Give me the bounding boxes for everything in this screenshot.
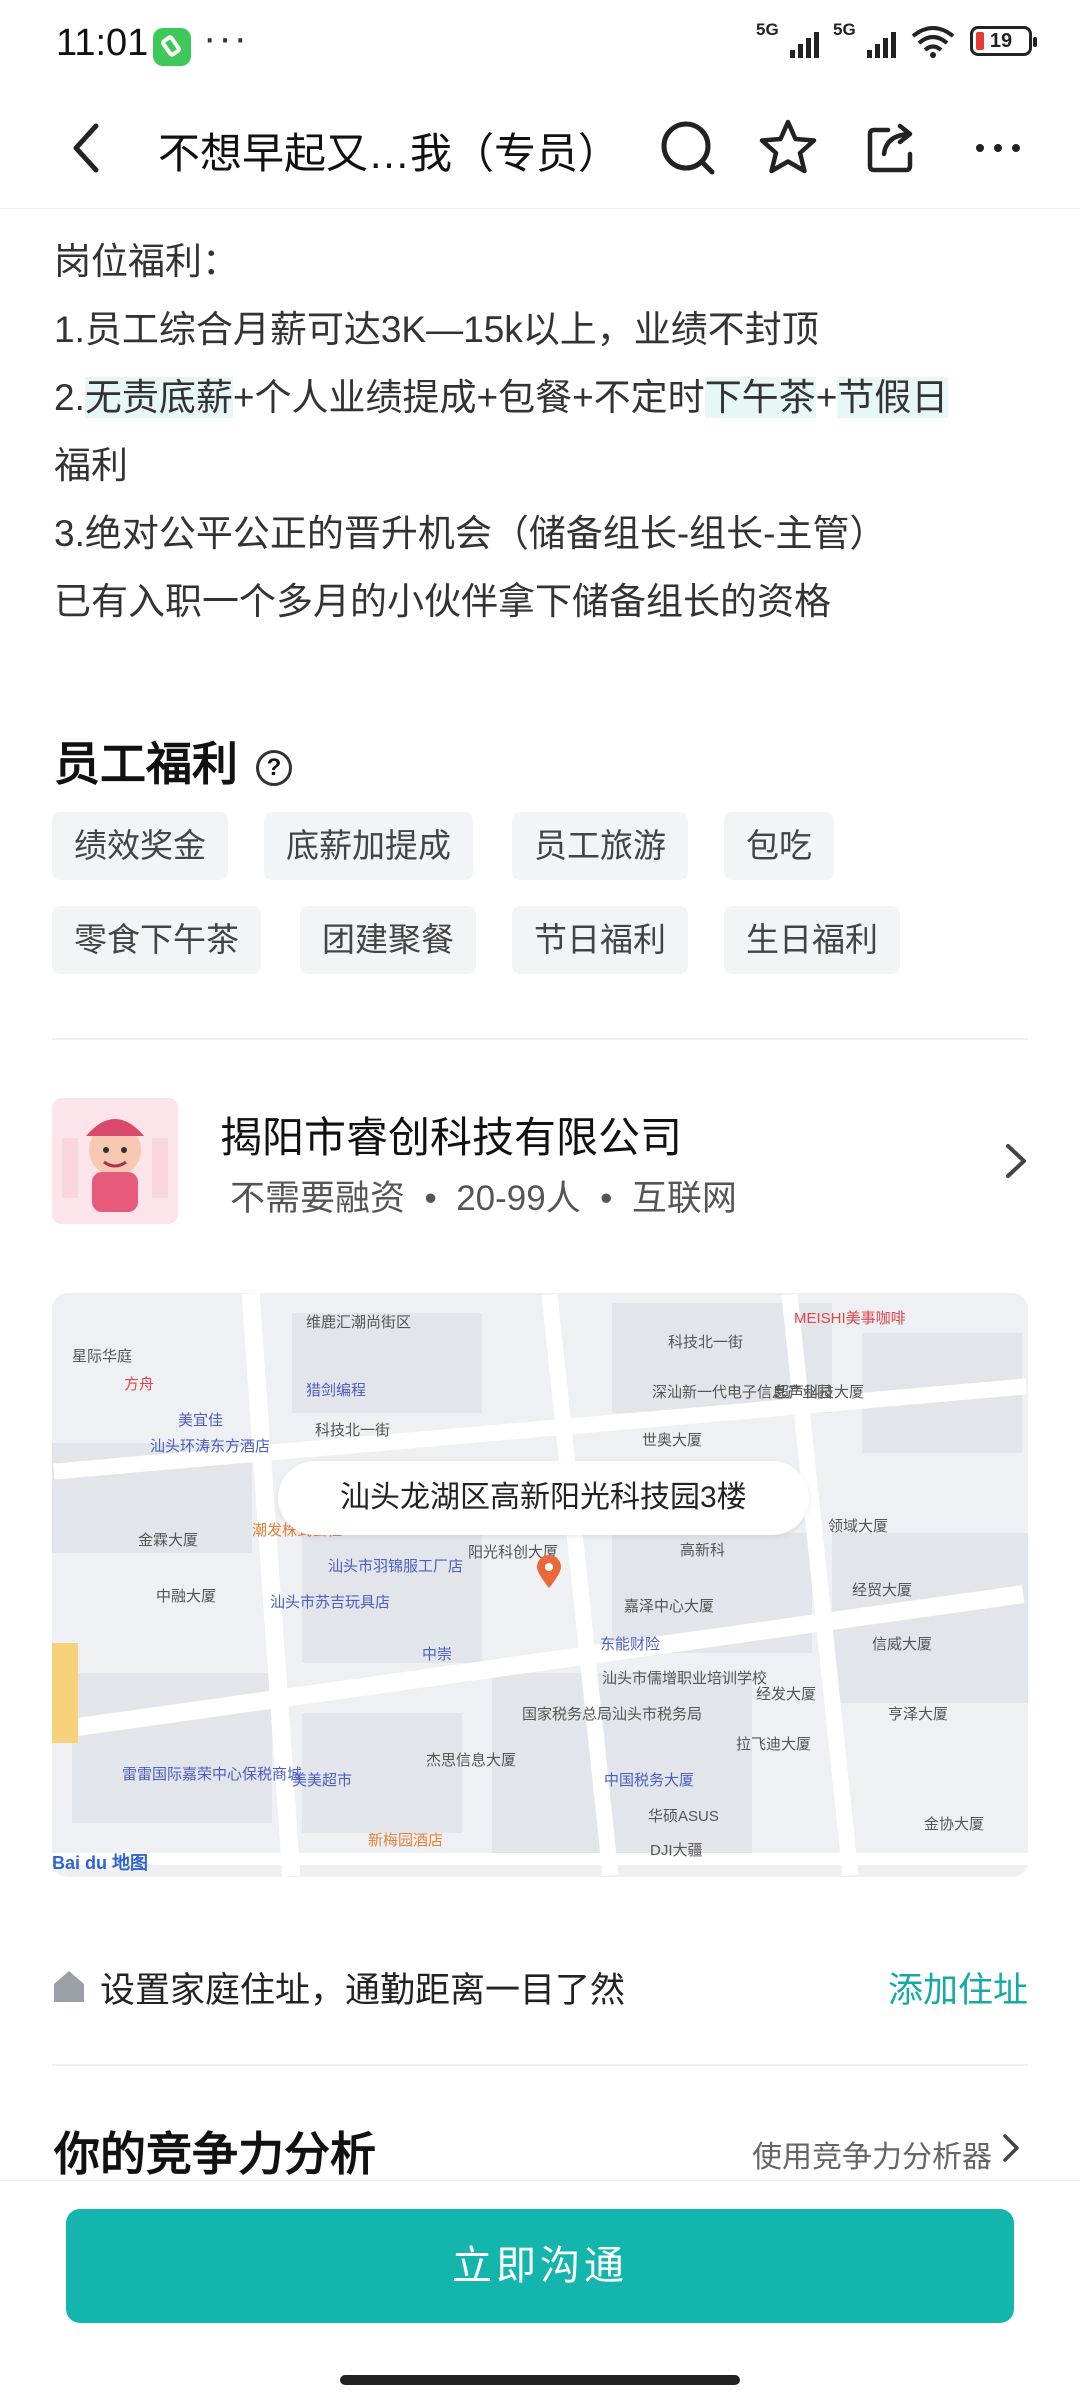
map-poi: 嘉泽中心大厦: [624, 1598, 715, 1615]
app-notification-icon: [153, 28, 191, 66]
chevron-right-icon: [1006, 1144, 1026, 1178]
help-icon[interactable]: ?: [256, 749, 292, 786]
welfare-tag: 节日福利: [512, 906, 688, 974]
map-poi: MEISHI美事咖啡: [794, 1310, 906, 1327]
highlight-keyword: 下午茶: [704, 377, 816, 418]
signal-icon: 5G: [756, 20, 819, 58]
welfare-tag: 包吃: [724, 812, 834, 880]
status-bar: 11:01 ··· 5G 5G 19: [0, 0, 1080, 90]
highlight-keyword: 节假日: [837, 377, 949, 418]
map-poi: 雷雷国际嘉荣中心保税商城: [122, 1766, 303, 1783]
map-poi: 美宜佳: [178, 1412, 224, 1429]
home-icon: [54, 1971, 84, 2002]
benefit-line-3: 3.绝对公平公正的晋升机会（储备组长-组长-主管）: [54, 513, 887, 554]
location-map[interactable]: 维鹿汇潮尚街区 星际华庭 方舟 猎剑编程 美宜佳 汕头环涛东方酒店 科技北一街 …: [52, 1293, 1028, 1877]
map-poi: 维鹿汇潮尚街区: [306, 1314, 412, 1331]
star-icon[interactable]: [756, 116, 820, 180]
search-icon[interactable]: [656, 116, 720, 180]
benefit-line-1: 1.员工综合月薪可达3K—15k以上，业绩不封顶: [54, 309, 819, 350]
competitiveness-tool-link[interactable]: 使用竞争力分析器: [752, 2132, 992, 2176]
map-poi: 方舟: [124, 1376, 155, 1393]
benefit-line-2: 2.无责底薪+个人业绩提成+包餐+不定时下午茶+节假日 福利: [54, 377, 949, 486]
company-name: 揭阳市睿创科技有限公司: [220, 1114, 683, 1161]
page-title: 不想早起又…我（专员）: [158, 130, 621, 177]
benefits-heading: 岗位福利：: [54, 241, 239, 282]
job-description: 岗位福利： 1.员工综合月薪可达3K—15k以上，业绩不封顶 2.无责底薪+个人…: [54, 228, 1034, 636]
map-poi: 美美超市: [292, 1772, 353, 1789]
map-poi: 中国税务大厦: [604, 1772, 695, 1789]
status-time: 11:01: [56, 22, 149, 64]
map-poi: 金协大厦: [924, 1816, 985, 1833]
more-icon[interactable]: [966, 116, 1030, 180]
map-poi: 东能财险: [600, 1636, 661, 1653]
map-poi: DJI大疆: [650, 1842, 703, 1859]
map-poi: 华硕ASUS: [648, 1808, 719, 1825]
battery-icon: 19: [970, 26, 1037, 56]
map-poi: 中崇: [422, 1646, 453, 1663]
top-nav-bar: 不想早起又…我（专员）: [0, 90, 1080, 209]
map-address-label: 汕头龙湖区高新阳光科技园3楼: [278, 1461, 809, 1535]
map-poi: 科技北一街: [668, 1334, 744, 1351]
map-poi: 世奥大厦: [642, 1432, 703, 1449]
map-poi: 亨泽大厦: [888, 1706, 949, 1723]
map-poi: 汕头市儒增职业培训学校: [602, 1670, 768, 1687]
add-address-link[interactable]: 添加住址: [888, 1962, 1028, 2013]
benefit-line-4: 已有入职一个多月的小伙伴拿下储备组长的资格: [54, 581, 831, 622]
bottom-action-bar: 立即沟通: [0, 2180, 1080, 2401]
map-poi: 金霖大厦: [138, 1532, 199, 1549]
competitiveness-title: 你的竞争力分析: [54, 2128, 376, 2180]
map-poi: 汕头环涛东方酒店: [150, 1438, 271, 1455]
map-poi: 高新科: [680, 1542, 726, 1559]
welfare-tag: 团建聚餐: [300, 906, 476, 974]
divider: [52, 2064, 1028, 2066]
location-pin-icon: [537, 1555, 561, 1588]
status-more-icon: ···: [203, 16, 249, 60]
map-poi: 星际华庭: [72, 1348, 133, 1365]
map-poi: 猎剑编程: [306, 1382, 367, 1399]
map-poi: 经贸大厦: [852, 1582, 913, 1599]
map-poi: 拉飞迪大厦: [736, 1736, 812, 1753]
map-poi: 领域大厦: [828, 1518, 889, 1535]
company-meta: 不需要融资 • 20-99人 • 互联网: [230, 1179, 737, 1218]
company-card[interactable]: 揭阳市睿创科技有限公司 不需要融资 • 20-99人 • 互联网: [52, 1098, 1032, 1228]
welfare-tag: 员工旅游: [512, 812, 688, 880]
divider: [52, 1038, 1028, 1040]
map-attribution: Bai du 地图: [52, 1853, 149, 1873]
share-icon[interactable]: [860, 116, 924, 180]
map-poi: 超声科技大厦: [774, 1384, 865, 1401]
wifi-icon: [911, 26, 955, 58]
welfare-tag: 底薪加提成: [264, 812, 473, 880]
map-poi: 科技北一街: [315, 1422, 391, 1439]
welfare-tag: 生日福利: [724, 906, 900, 974]
welfare-tag: 绩效奖金: [52, 812, 228, 880]
chevron-right-icon[interactable]: [998, 2128, 1024, 2168]
back-icon[interactable]: [60, 118, 120, 178]
chat-now-button[interactable]: 立即沟通: [66, 2209, 1014, 2323]
welfare-tag: 零食下午茶: [52, 906, 261, 974]
home-address-row: 设置家庭住址，通勤距离一目了然 添加住址: [52, 1956, 1028, 2016]
map-poi: 汕头市羽锦服工厂店: [328, 1558, 464, 1575]
map-poi: 信威大厦: [872, 1636, 933, 1653]
company-logo: [52, 1098, 178, 1224]
status-indicators: 5G 5G 19: [756, 20, 1037, 58]
map-poi: 新梅园酒店: [368, 1832, 444, 1849]
map-poi: 经发大厦: [756, 1686, 817, 1703]
map-poi: 汕头市苏吉玩具店: [270, 1594, 391, 1611]
home-address-prompt: 设置家庭住址，通勤距离一目了然: [100, 1971, 626, 2010]
map-poi: 中融大厦: [156, 1588, 217, 1605]
map-poi: 杰思信息大厦: [426, 1752, 517, 1769]
home-indicator[interactable]: [340, 2375, 740, 2385]
signal-icon-2: 5G: [833, 20, 896, 58]
map-poi: 国家税务总局汕头市税务局: [522, 1706, 703, 1723]
welfare-title: 员工福利?: [54, 728, 292, 794]
highlight-keyword: 无责底薪: [84, 377, 233, 418]
